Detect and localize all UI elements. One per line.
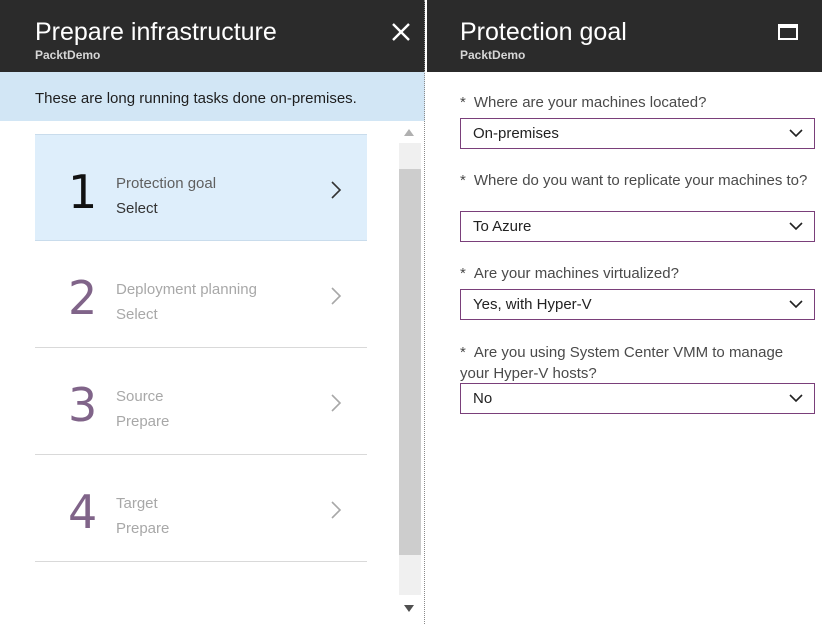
step-target[interactable]: 4 Target Prepare xyxy=(35,455,367,562)
step-number: 3 xyxy=(68,378,98,432)
blade-divider xyxy=(424,0,425,624)
field-label-text: Where do you want to replicate your mach… xyxy=(473,172,808,189)
step-source[interactable]: 3 Source Prepare xyxy=(35,348,367,455)
field-label: * Are you using System Center VMM to mana… xyxy=(460,342,815,384)
field-label-text: Are your machines virtualized? xyxy=(473,265,679,282)
scroll-thumb[interactable] xyxy=(399,169,421,555)
info-banner: These are long running tasks done on-pre… xyxy=(0,72,425,121)
step-title: Source xyxy=(116,388,164,405)
prepare-infrastructure-blade: Prepare infrastructure PacktDemo These a… xyxy=(0,0,425,624)
vmm-field: * Are you using System Center VMM to mana… xyxy=(460,342,815,414)
replicate-target-field: * Where do you want to replicate your mac… xyxy=(460,170,815,242)
chevron-down-icon xyxy=(789,394,803,403)
step-deployment-planning[interactable]: 2 Deployment planning Select xyxy=(35,241,367,348)
step-title: Deployment planning xyxy=(116,281,257,298)
blade-subtitle: PacktDemo xyxy=(460,48,526,62)
required-marker: * xyxy=(460,172,466,189)
step-number: 1 xyxy=(68,165,98,219)
vertical-scrollbar[interactable] xyxy=(399,121,421,621)
select-value: On-premises xyxy=(473,125,559,142)
virtualized-select[interactable]: Yes, with Hyper-V xyxy=(460,289,815,320)
machines-location-field: * Where are your machines located? On-pre… xyxy=(460,92,815,149)
chevron-right-icon xyxy=(331,394,342,412)
blade-title: Protection goal xyxy=(460,18,627,46)
steps-list: 1 Protection goal Select 2 Deployment pl… xyxy=(35,134,367,562)
chevron-right-icon xyxy=(331,287,342,305)
chevron-down-icon xyxy=(789,300,803,309)
step-status: Select xyxy=(116,306,158,323)
step-number: 4 xyxy=(68,485,98,539)
select-value: To Azure xyxy=(473,218,532,235)
field-label: * Where do you want to replicate your mac… xyxy=(460,170,815,191)
step-number: 2 xyxy=(68,271,98,325)
blade-header: Prepare infrastructure PacktDemo xyxy=(0,0,425,72)
step-title: Target xyxy=(116,495,158,512)
field-label-text: Are you using System Center VMM to manag… xyxy=(460,344,784,382)
blade-subtitle: PacktDemo xyxy=(35,48,101,62)
field-label-text: Where are your machines located? xyxy=(473,94,707,111)
info-text: These are long running tasks done on-pre… xyxy=(35,90,357,107)
blade-title: Prepare infrastructure xyxy=(35,18,277,46)
scroll-track[interactable] xyxy=(399,143,421,595)
chevron-down-icon xyxy=(789,222,803,231)
maximize-button[interactable] xyxy=(778,24,798,40)
replicate-target-select[interactable]: To Azure xyxy=(460,211,815,242)
step-status: Prepare xyxy=(116,413,170,430)
blade-header: Protection goal PacktDemo xyxy=(427,0,822,72)
close-button[interactable] xyxy=(389,20,413,44)
select-value: No xyxy=(473,390,493,407)
chevron-right-icon xyxy=(331,501,342,519)
close-icon xyxy=(392,23,410,41)
protection-goal-blade: Protection goal PacktDemo * Where are you… xyxy=(427,0,822,624)
chevron-down-icon xyxy=(789,129,803,138)
scroll-down-arrow[interactable] xyxy=(404,605,414,612)
scroll-up-arrow[interactable] xyxy=(404,129,414,136)
step-title: Protection goal xyxy=(116,175,217,192)
vmm-select[interactable]: No xyxy=(460,383,815,414)
field-label: * Where are your machines located? xyxy=(460,92,815,113)
required-marker: * xyxy=(460,265,466,282)
required-marker: * xyxy=(460,94,466,111)
step-protection-goal[interactable]: 1 Protection goal Select xyxy=(35,134,367,241)
virtualized-field: * Are your machines virtualized? Yes, wit… xyxy=(460,263,815,320)
chevron-right-icon xyxy=(331,181,342,199)
required-marker: * xyxy=(460,344,466,361)
select-value: Yes, with Hyper-V xyxy=(473,296,592,313)
step-status: Select xyxy=(116,200,158,217)
machines-location-select[interactable]: On-premises xyxy=(460,118,815,149)
field-label: * Are your machines virtualized? xyxy=(460,263,815,284)
step-status: Prepare xyxy=(116,520,170,537)
